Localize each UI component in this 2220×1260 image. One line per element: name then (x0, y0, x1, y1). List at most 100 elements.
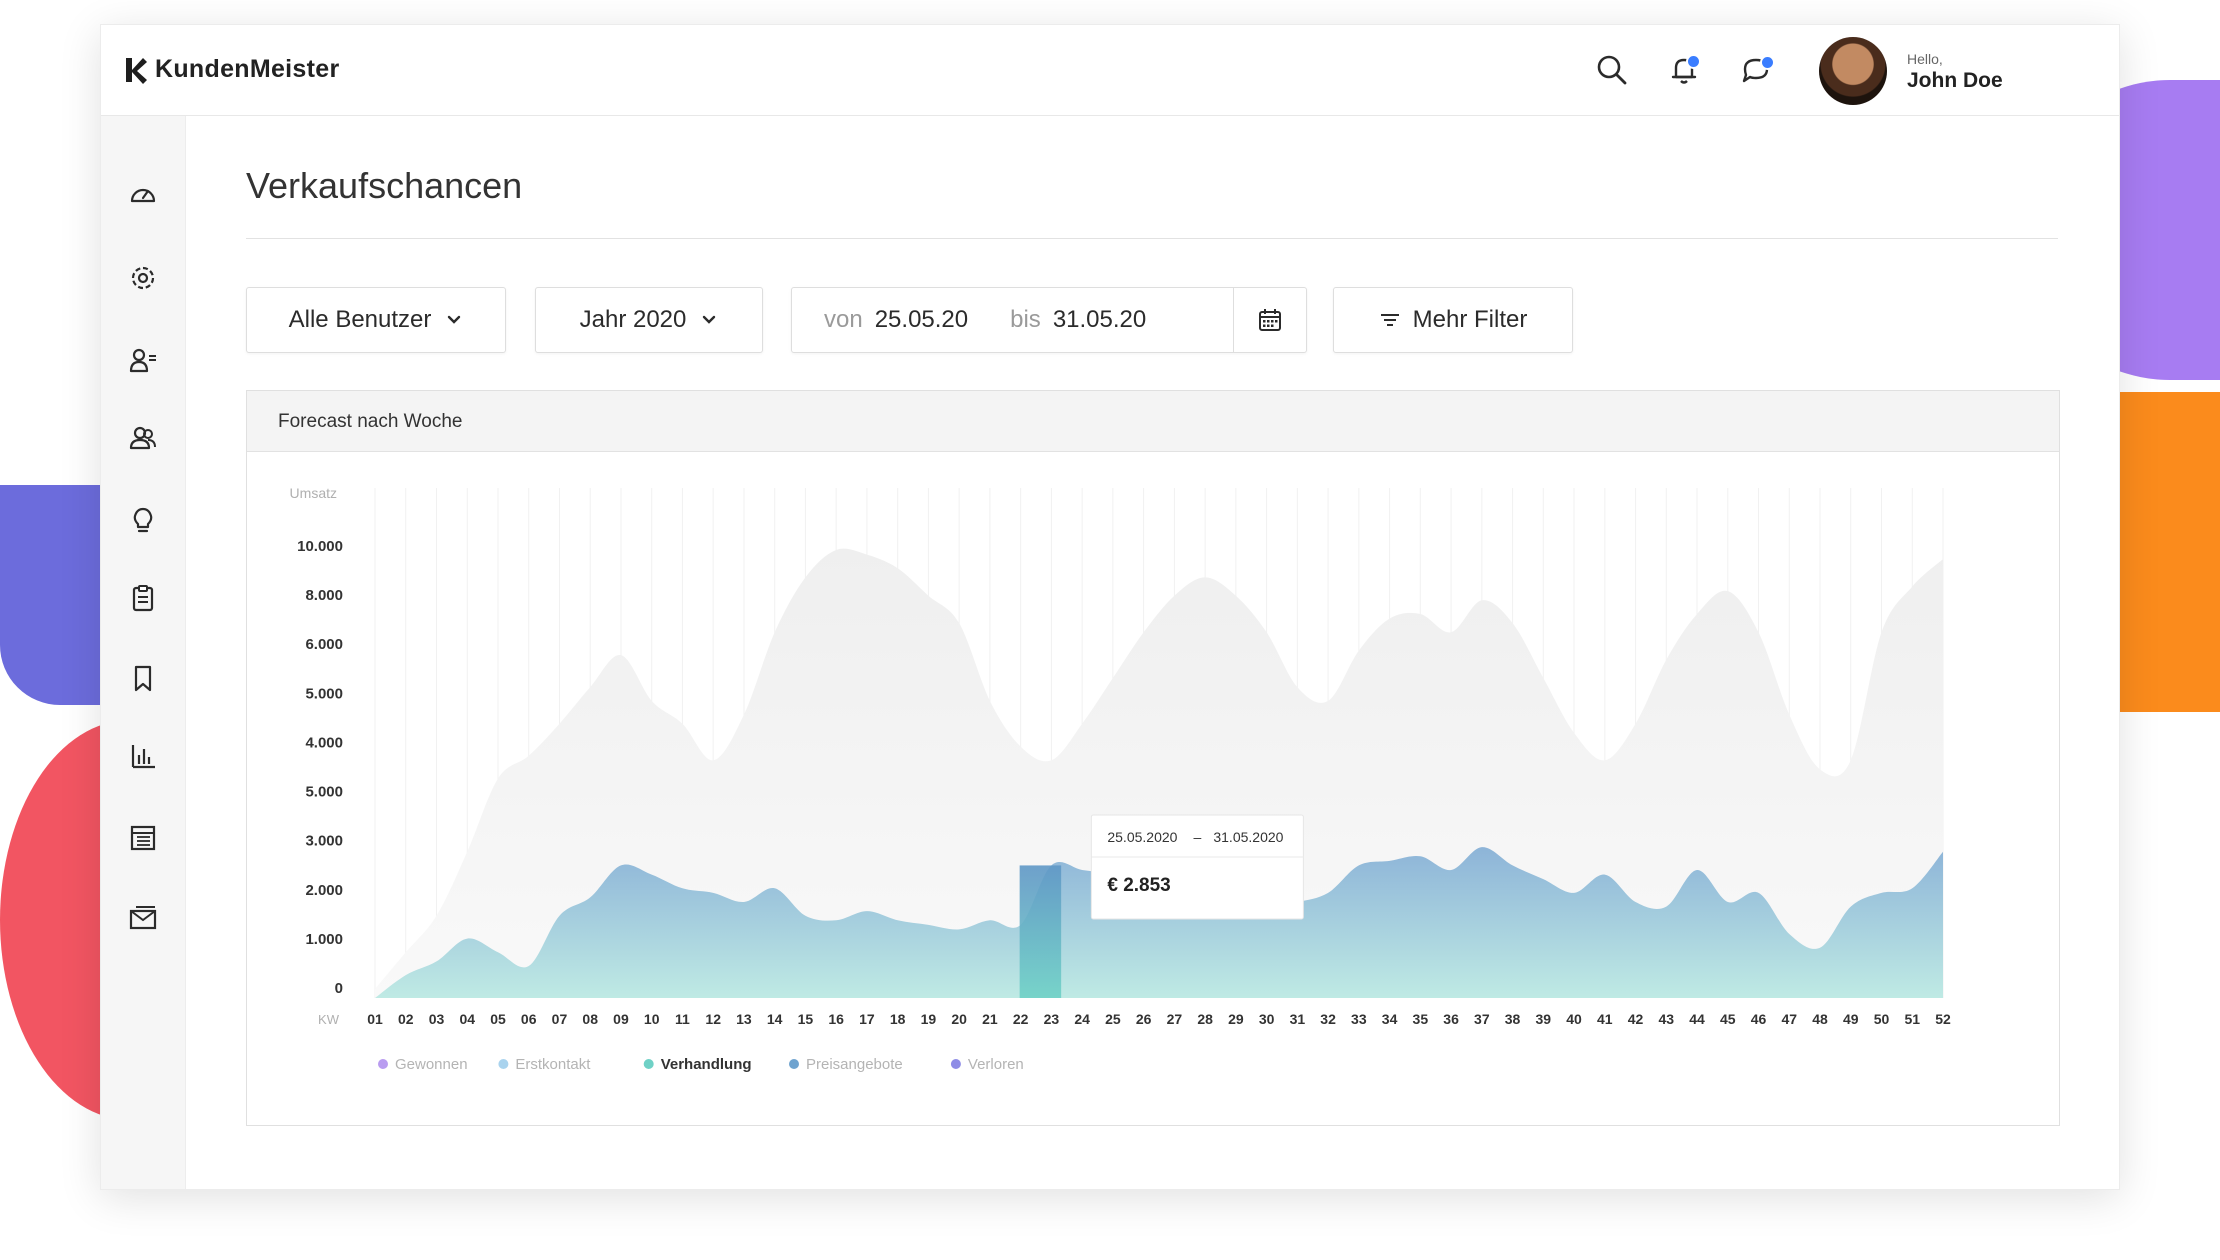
tooltip-range-to: 31.05.2020 (1213, 829, 1283, 845)
x-tick-label: 12 (705, 1011, 721, 1027)
year-filter[interactable]: Jahr 2020 (535, 287, 763, 353)
contacts-icon (129, 348, 156, 373)
legend-label: Verhandlung (661, 1056, 752, 1073)
x-tick-label: 34 (1382, 1011, 1398, 1027)
x-tick-label: 24 (1074, 1011, 1090, 1027)
tooltip-range-from: 25.05.2020 (1107, 829, 1177, 845)
logo-mark-icon (126, 57, 147, 84)
y-axis-label: Umsatz (290, 485, 337, 501)
x-tick-label: 39 (1536, 1011, 1552, 1027)
chart-title: Forecast nach Woche (278, 411, 463, 432)
x-tick-label: 45 (1720, 1011, 1736, 1027)
y-tick-label: 10.000 (297, 538, 343, 555)
legend-dot (498, 1059, 509, 1069)
bell-icon[interactable] (1667, 53, 1701, 87)
chevron-down-icon (703, 315, 716, 324)
mail-icon (129, 906, 157, 930)
x-tick-label: 16 (828, 1011, 844, 1027)
x-tick-label: 02 (398, 1011, 414, 1027)
brand-logo[interactable]: KundenMeister (123, 55, 339, 84)
legend-dot (950, 1059, 961, 1069)
x-tick-label: 37 (1474, 1011, 1490, 1027)
y-tick-label: 4.000 (305, 734, 343, 751)
x-tick-label: 40 (1566, 1011, 1582, 1027)
sidebar-item-users[interactable] (123, 418, 163, 458)
legend-label: Preisangebote (806, 1056, 903, 1073)
legend-item[interactable]: Preisangebote (789, 1056, 903, 1073)
clipboard-icon (132, 585, 154, 612)
sidebar-item-settings[interactable] (123, 258, 163, 298)
legend-label: Verloren (968, 1056, 1024, 1073)
legend-item[interactable]: Verhandlung (643, 1056, 752, 1073)
x-tick-label: 48 (1812, 1011, 1828, 1027)
x-tick-label: 49 (1843, 1011, 1859, 1027)
more-filters-button[interactable]: Mehr Filter (1333, 287, 1573, 353)
date-from-label: von (824, 306, 863, 333)
calendar-button[interactable] (1233, 288, 1306, 352)
x-tick-label: 31 (1290, 1011, 1306, 1027)
title-divider (246, 238, 2058, 239)
x-tick-label: 03 (429, 1011, 445, 1027)
app-window: KundenMeister Hello, John Doe Verkaufsch… (100, 24, 2120, 1190)
legend-dot (643, 1059, 654, 1069)
y-tick-label: 3.000 (305, 833, 343, 850)
date-to-value[interactable]: 31.05.20 (1053, 306, 1146, 334)
sidebar-item-bookmarks[interactable] (123, 658, 163, 698)
x-tick-label: 33 (1351, 1011, 1367, 1027)
y-tick-label: 6.000 (305, 636, 343, 653)
y-tick-label: 5.000 (305, 784, 343, 801)
user-name[interactable]: John Doe (1907, 69, 2003, 93)
sidebar-item-mail[interactable] (123, 898, 163, 938)
legend-item[interactable]: Verloren (950, 1056, 1024, 1073)
sidebar-item-ideas[interactable] (123, 500, 163, 540)
tooltip-range-sep: – (1193, 829, 1201, 845)
filter-lines-icon (1380, 314, 1399, 326)
sidebar-item-dashboard[interactable] (123, 174, 163, 214)
x-tick-label: 25 (1105, 1011, 1121, 1027)
x-tick-label: 20 (951, 1011, 967, 1027)
x-tick-label: 27 (1167, 1011, 1183, 1027)
x-tick-label: 17 (859, 1011, 875, 1027)
x-tick-label: 21 (982, 1011, 998, 1027)
legend-item[interactable]: Erstkontakt (498, 1056, 591, 1073)
x-tick-label: 11 (675, 1011, 690, 1027)
search-icon[interactable] (1595, 53, 1629, 87)
bar-chart-icon (131, 745, 155, 769)
sidebar-item-reports[interactable] (123, 736, 163, 776)
sidebar-item-tasks[interactable] (123, 578, 163, 618)
x-tick-label: 46 (1751, 1011, 1767, 1027)
legend-label: Erstkontakt (515, 1056, 591, 1073)
legend-dot (789, 1059, 799, 1069)
calendar-icon (1259, 309, 1281, 331)
forecast-chart: Umsatz 10.000 8.000 6.000 5.000 4.000 5.000 3.0… (290, 485, 1951, 1073)
x-tick-label: 42 (1628, 1011, 1644, 1027)
x-tick-label: 23 (1044, 1011, 1060, 1027)
gear-icon (131, 266, 155, 290)
legend-item[interactable]: Gewonnen (378, 1056, 468, 1073)
page-title: Verkaufschancen (246, 165, 523, 206)
x-tick-label: 47 (1781, 1011, 1797, 1027)
x-tick-label: 30 (1259, 1011, 1275, 1027)
avatar[interactable] (1819, 37, 1887, 105)
sidebar-item-lists[interactable] (123, 818, 163, 858)
x-tick-label: 43 (1659, 1011, 1675, 1027)
x-tick-label: 50 (1874, 1011, 1890, 1027)
x-tick-label: 52 (1935, 1011, 1951, 1027)
x-axis-label: KW (318, 1012, 340, 1027)
date-from-value[interactable]: 25.05.20 (875, 306, 968, 334)
forecast-panel: Forecast nach Woche Umsatz 10.000 8.000 … (246, 390, 2060, 1126)
x-tick-label: 07 (552, 1011, 568, 1027)
x-tick-label: 28 (1197, 1011, 1213, 1027)
x-tick-label: 35 (1413, 1011, 1429, 1027)
x-tick-label: 14 (767, 1011, 783, 1027)
chat-icon[interactable] (1739, 53, 1775, 87)
dashboard-icon (130, 188, 156, 203)
legend-dot (378, 1059, 388, 1069)
users-filter-label: Alle Benutzer (288, 306, 432, 333)
tooltip-value: € 2.853 (1107, 875, 1170, 896)
x-tick-label: 19 (921, 1011, 937, 1027)
users-filter[interactable]: Alle Benutzer (246, 287, 506, 353)
date-range-filter[interactable]: von 25.05.20 bis 31.05.20 (791, 287, 1307, 353)
lightbulb-icon (133, 507, 153, 533)
sidebar-item-contacts[interactable] (123, 340, 163, 380)
